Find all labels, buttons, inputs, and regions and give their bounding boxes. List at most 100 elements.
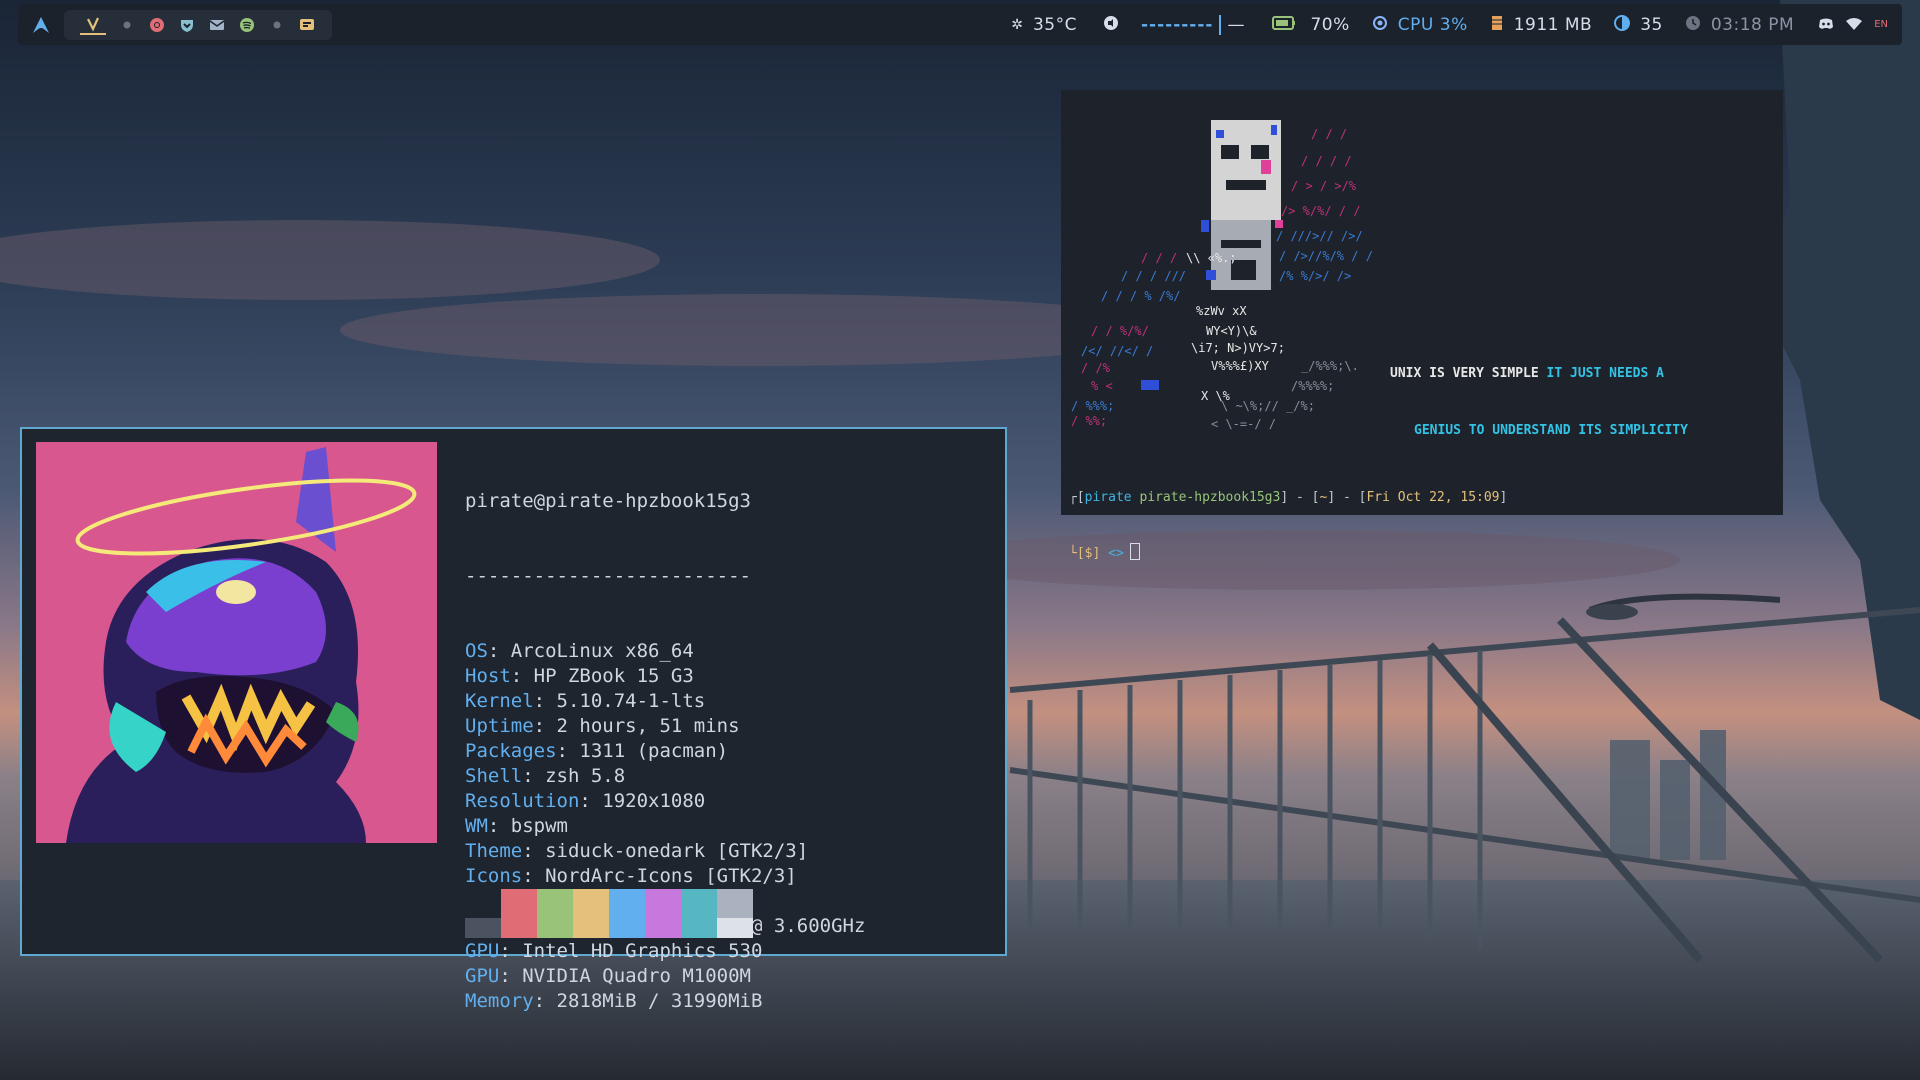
info-value: siduck-onedark [GTK2/3]: [545, 840, 809, 862]
color-swatch: [465, 889, 501, 938]
shield-icon[interactable]: [178, 16, 196, 34]
info-key: Theme: [465, 840, 523, 862]
svg-text:\ ~\%;// _/%;: \ ~\%;// _/%;: [1221, 399, 1315, 413]
volume-module[interactable]: --------- —: [1103, 14, 1245, 35]
separator-line: -------------------------: [465, 565, 751, 587]
slogan-line1-b: IT JUST NEEDS A: [1546, 366, 1664, 381]
info-row: Memory: 2818MiB / 31990MiB: [465, 989, 865, 1014]
mail-icon[interactable]: [208, 16, 226, 34]
volume-knob[interactable]: [1219, 14, 1222, 35]
brightness-value: 35: [1640, 14, 1663, 35]
info-row: Theme: siduck-onedark [GTK2/3]: [465, 839, 865, 864]
clock-icon: [1685, 15, 1701, 35]
info-row: Packages: 1311 (pacman): [465, 739, 865, 764]
wifi-icon[interactable]: [1846, 15, 1863, 35]
text-cursor[interactable]: [1129, 543, 1140, 560]
memory-usage: 1911 MB: [1513, 14, 1593, 35]
info-key: Memory: [465, 990, 534, 1012]
color-palette: [465, 889, 753, 938]
info-key: WM: [465, 815, 488, 837]
color-swatch: [645, 889, 681, 938]
info-value: zsh 5.8: [545, 765, 626, 787]
spotify-icon[interactable]: [238, 16, 256, 34]
svg-text:/ / /: / / /: [1141, 251, 1177, 265]
tray: EN: [1818, 15, 1888, 35]
brightness-module[interactable]: 35: [1614, 14, 1663, 35]
cpu-icon: [1372, 15, 1388, 35]
dot-icon[interactable]: [118, 16, 136, 34]
prompt-host: pirate-hpzbook15g3: [1139, 490, 1281, 505]
svg-text:%zWv xX: %zWv xX: [1196, 304, 1247, 318]
memory-module[interactable]: 1911 MB: [1490, 15, 1593, 35]
info-row: WM: bspwm: [465, 814, 865, 839]
info-colon: :: [487, 640, 511, 662]
svg-text:/ />//%/% / /: / />//%/% / /: [1279, 249, 1373, 263]
battery-module[interactable]: 70%: [1272, 15, 1349, 35]
arch-logo-icon[interactable]: [32, 16, 50, 34]
color-swatch: [609, 889, 645, 938]
info-colon: :: [522, 865, 546, 887]
info-value: 2818MiB / 31990MiB: [556, 990, 763, 1012]
prompt-symbol: └[$]: [1069, 546, 1109, 561]
svg-text:\\ «%.;: \\ «%.;: [1186, 251, 1237, 265]
prompt-user: pirate: [1084, 490, 1132, 505]
slogan-line2: GENIUS TO UNDERSTAND ITS SIMPLICITY: [1414, 423, 1688, 438]
info-colon: :: [499, 965, 523, 987]
clock-module[interactable]: 03:18 PM: [1685, 15, 1794, 35]
info-row: GPU: Intel HD Graphics 530: [465, 939, 865, 964]
info-key: Packages: [465, 740, 557, 762]
temperature-value: 35°C: [1032, 14, 1077, 35]
temperature-module[interactable]: ✲ 35°C: [1011, 15, 1077, 35]
cpu-module[interactable]: CPU 3%: [1372, 15, 1468, 35]
info-colon: :: [579, 790, 603, 812]
info-key: Icons: [465, 865, 523, 887]
chrome-icon[interactable]: [148, 16, 166, 34]
svg-text:/ > / >/%: / > / >/%: [1291, 179, 1357, 193]
color-swatch: [681, 889, 717, 938]
info-row: Icons: NordArc-Icons [GTK2/3]: [465, 864, 865, 889]
prompt-close: ]: [1499, 490, 1508, 505]
slogan-line1-a: UNIX IS VERY SIMPLE: [1390, 366, 1547, 381]
svg-text:/ %%%;: / %%%;: [1071, 399, 1114, 413]
info-value: NordArc-Icons [GTK2/3]: [545, 865, 797, 887]
info-colon: :: [533, 690, 557, 712]
shell-prompt[interactable]: ┌[pirate pirate-hpzbook15g3] - [~] - [Fr…: [1069, 453, 1507, 599]
info-key: Uptime: [465, 715, 534, 737]
svg-text:/ / / % /%/: / / / % /%/: [1101, 289, 1180, 303]
terminal-window[interactable]: / / / / / / / / > / >/% /> %/%/ / / / / …: [1061, 90, 1783, 561]
svg-text:/ / / ///: / / / ///: [1121, 269, 1186, 283]
info-row: Kernel: 5.10.74-1-lts: [465, 689, 865, 714]
svg-text:/ ///>// />/: / ///>// />/: [1276, 229, 1363, 243]
info-colon: :: [487, 815, 511, 837]
dot-icon[interactable]: [268, 16, 286, 34]
speaker-icon: [1103, 15, 1119, 35]
svg-text:/> %/%/ / /: /> %/%/ / /: [1281, 204, 1360, 218]
userhost: pirate@pirate-hpzbook15g3: [465, 490, 751, 512]
info-value: Intel HD Graphics 530: [522, 940, 763, 962]
volume-track-end: —: [1227, 14, 1245, 35]
prompt-date: Fri Oct 22, 15:09: [1366, 490, 1500, 505]
svg-text:/ / %/%/: / / %/%/: [1091, 324, 1149, 338]
svg-text:/%%%%;: /%%%%;: [1291, 379, 1334, 393]
info-row: Host: HP ZBook 15 G3: [465, 664, 865, 689]
svg-text:/</ //</ /: /</ //</ /: [1081, 344, 1153, 358]
neon-skull-artwork: [36, 442, 437, 843]
info-colon: :: [510, 665, 534, 687]
neofetch-terminal-window[interactable]: pirate@pirate-hpzbook15g3 --------------…: [20, 427, 1007, 1012]
info-key: Shell: [465, 765, 523, 787]
info-value: ArcoLinux x86_64: [510, 640, 694, 662]
color-swatch: [501, 889, 537, 938]
info-value: HP ZBook 15 G3: [533, 665, 694, 687]
discord-tray-icon[interactable]: [1818, 15, 1834, 35]
svg-text:/ / / /: / / / /: [1301, 154, 1352, 168]
keyboard-layout[interactable]: EN: [1874, 19, 1888, 30]
battery-percent: 70%: [1310, 14, 1350, 35]
info-key: GPU: [465, 965, 500, 987]
discord-icon[interactable]: [298, 16, 316, 34]
volume-slider[interactable]: ---------: [1141, 15, 1214, 35]
svg-text:/ %%;: / %%;: [1071, 414, 1107, 428]
svg-text:/ /%: / /%: [1081, 361, 1111, 375]
terminal-icon[interactable]: [80, 15, 106, 35]
color-swatch: [537, 889, 573, 938]
info-value: bspwm: [510, 815, 568, 837]
